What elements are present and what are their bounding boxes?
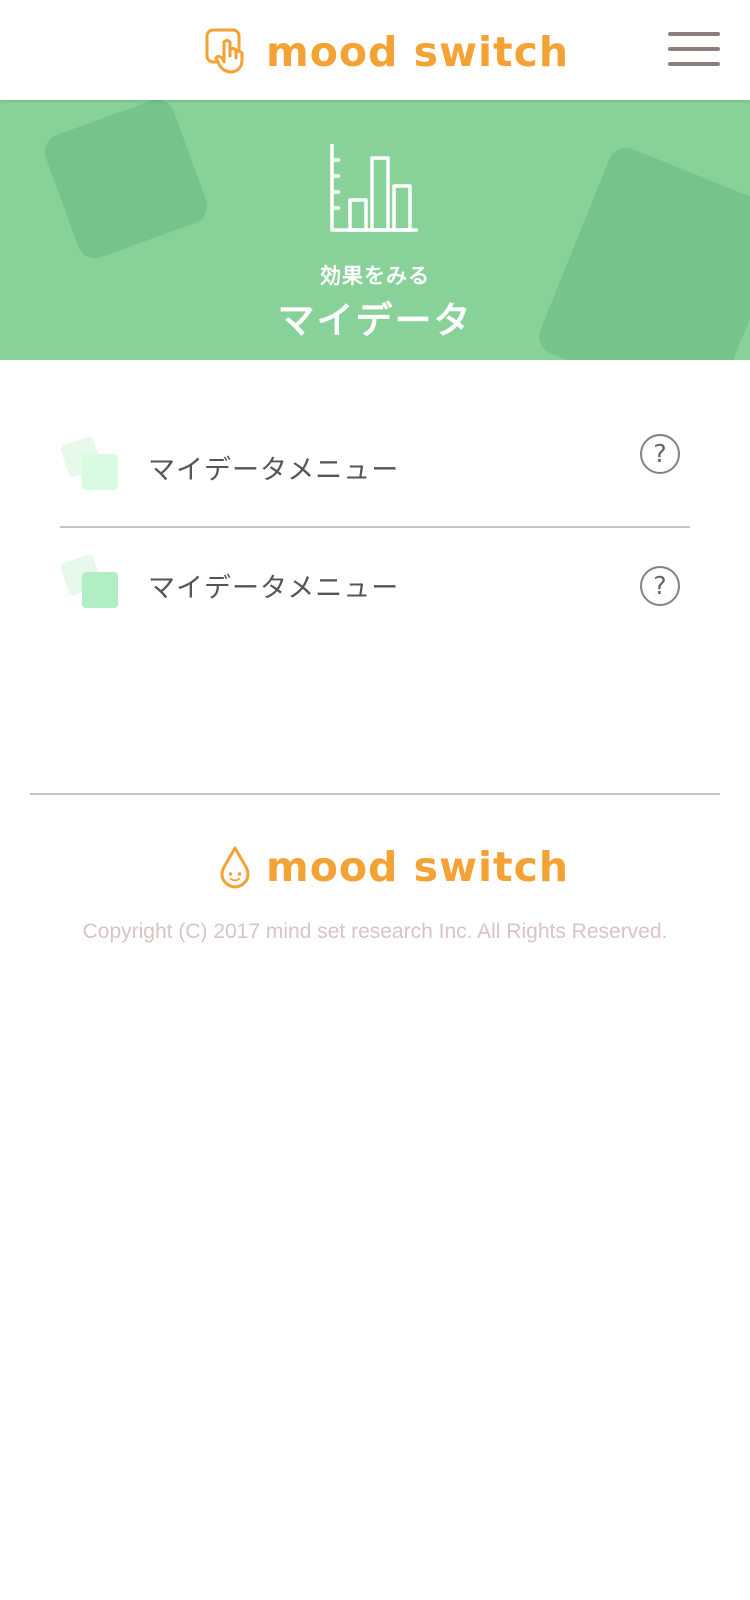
brand-logo[interactable]: mood switch <box>204 24 569 80</box>
tile-stack-icon <box>59 553 122 612</box>
hamburger-menu-icon[interactable] <box>668 30 720 70</box>
footer-divider <box>30 793 720 795</box>
bar-chart-icon <box>330 144 418 232</box>
hand-pointer-icon <box>205 28 244 74</box>
footer-logo[interactable]: mood switch <box>218 842 569 892</box>
app-header: mood switch <box>0 0 750 100</box>
help-icon[interactable]: ? <box>640 566 680 606</box>
menu-item-label: マイデータメニュー <box>148 573 400 604</box>
tile-stack-icon <box>59 435 122 494</box>
brand-name: mood switch <box>266 27 570 76</box>
menu-item-label: マイデータメニュー <box>148 455 400 486</box>
copyright-text: Copyright (C) 2017 mind set research Inc… <box>82 920 668 943</box>
page-title: マイデータ <box>277 299 473 342</box>
hero-decoration <box>39 100 213 264</box>
menu-item-mydata-1[interactable]: マイデータメニュー ? <box>59 414 690 514</box>
footer-brand-name: mood switch <box>266 842 570 891</box>
hero-subtitle: 効果をみる <box>320 264 430 288</box>
hero-banner: 効果をみる マイデータ <box>0 100 750 360</box>
divider <box>60 526 690 528</box>
menu-item-mydata-2[interactable]: マイデータメニュー ? <box>59 532 690 632</box>
help-icon[interactable]: ? <box>640 434 680 474</box>
drop-face-icon <box>220 846 250 889</box>
